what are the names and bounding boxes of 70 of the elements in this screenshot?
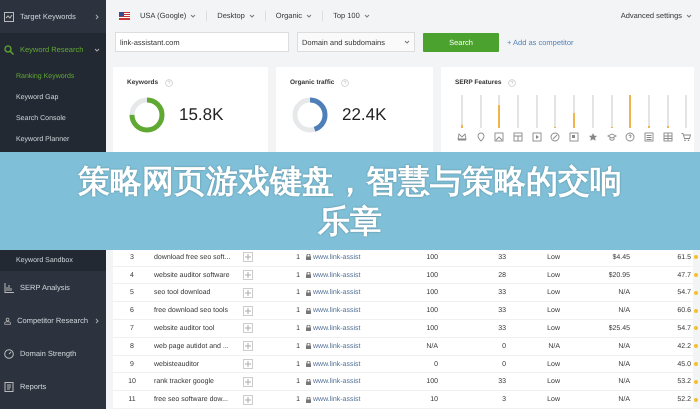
difficulty-dot	[694, 326, 698, 330]
plus-icon	[245, 378, 251, 385]
difficulty-dot	[694, 362, 698, 366]
difficulty-dot	[694, 344, 698, 348]
flag-icon	[119, 12, 130, 20]
question-icon	[625, 132, 636, 142]
grid-icon	[662, 132, 673, 142]
plus-icon	[245, 272, 251, 278]
lock-icon	[306, 325, 311, 332]
plus-icon	[245, 361, 251, 367]
difficulty-dot	[694, 308, 698, 313]
add-button[interactable]	[243, 376, 253, 387]
star-icon	[588, 132, 598, 142]
help-icon	[165, 78, 174, 87]
stat-value: 15.8K	[179, 104, 224, 125]
user-icon	[4, 316, 12, 326]
plus-icon	[245, 254, 251, 260]
circle-icon	[550, 132, 560, 142]
add-button[interactable]	[243, 341, 253, 352]
lock-icon	[306, 361, 311, 367]
add-button[interactable]	[243, 394, 253, 405]
help-icon	[508, 78, 516, 87]
difficulty-dot	[694, 380, 698, 384]
cap-icon	[606, 132, 616, 142]
lock-icon	[306, 254, 311, 260]
lock-icon	[306, 290, 311, 296]
donut-gauge	[290, 94, 330, 135]
image-icon	[494, 132, 504, 142]
square-icon	[569, 132, 580, 142]
difficulty-dot	[694, 290, 698, 295]
plus-icon	[245, 308, 251, 314]
document-icon	[4, 382, 14, 392]
lock-icon	[306, 396, 311, 403]
add-button[interactable]	[243, 323, 253, 334]
chart-icon	[4, 12, 14, 22]
gauge-icon	[4, 348, 14, 358]
help-icon	[341, 78, 350, 87]
add-button[interactable]	[243, 306, 253, 316]
stat-value: 22.4K	[342, 104, 386, 125]
bar-chart-icon	[4, 282, 14, 292]
add-button[interactable]	[243, 288, 253, 298]
crown-icon	[457, 132, 467, 142]
caret-icon	[306, 14, 312, 18]
pin-icon	[476, 132, 486, 142]
add-button[interactable]	[243, 270, 253, 280]
lock-icon	[306, 378, 311, 385]
difficulty-dot	[694, 273, 698, 278]
caret-icon	[190, 14, 196, 18]
lock-icon	[306, 343, 311, 350]
add-button[interactable]	[243, 359, 253, 369]
plus-icon	[245, 343, 251, 350]
caret-icon	[686, 14, 692, 18]
layout-icon	[513, 132, 524, 142]
plus-icon	[245, 325, 251, 332]
search-icon	[4, 44, 14, 54]
plus-icon	[245, 290, 251, 296]
difficulty-dot	[694, 255, 698, 260]
lock-icon	[306, 308, 311, 314]
caret-icon	[248, 14, 255, 18]
play-icon	[532, 132, 542, 142]
lock-icon	[306, 272, 311, 278]
difficulty-dot	[694, 398, 698, 402]
donut-gauge	[127, 94, 167, 135]
caret-icon	[364, 14, 370, 18]
caret-icon	[404, 40, 410, 44]
plus-icon	[245, 396, 251, 403]
cart-icon	[681, 132, 692, 142]
banner-title: 策略网页游戏键盘，智慧与策略的交响乐章	[77, 161, 623, 241]
add-button[interactable]	[243, 252, 253, 262]
list-icon	[644, 132, 654, 142]
